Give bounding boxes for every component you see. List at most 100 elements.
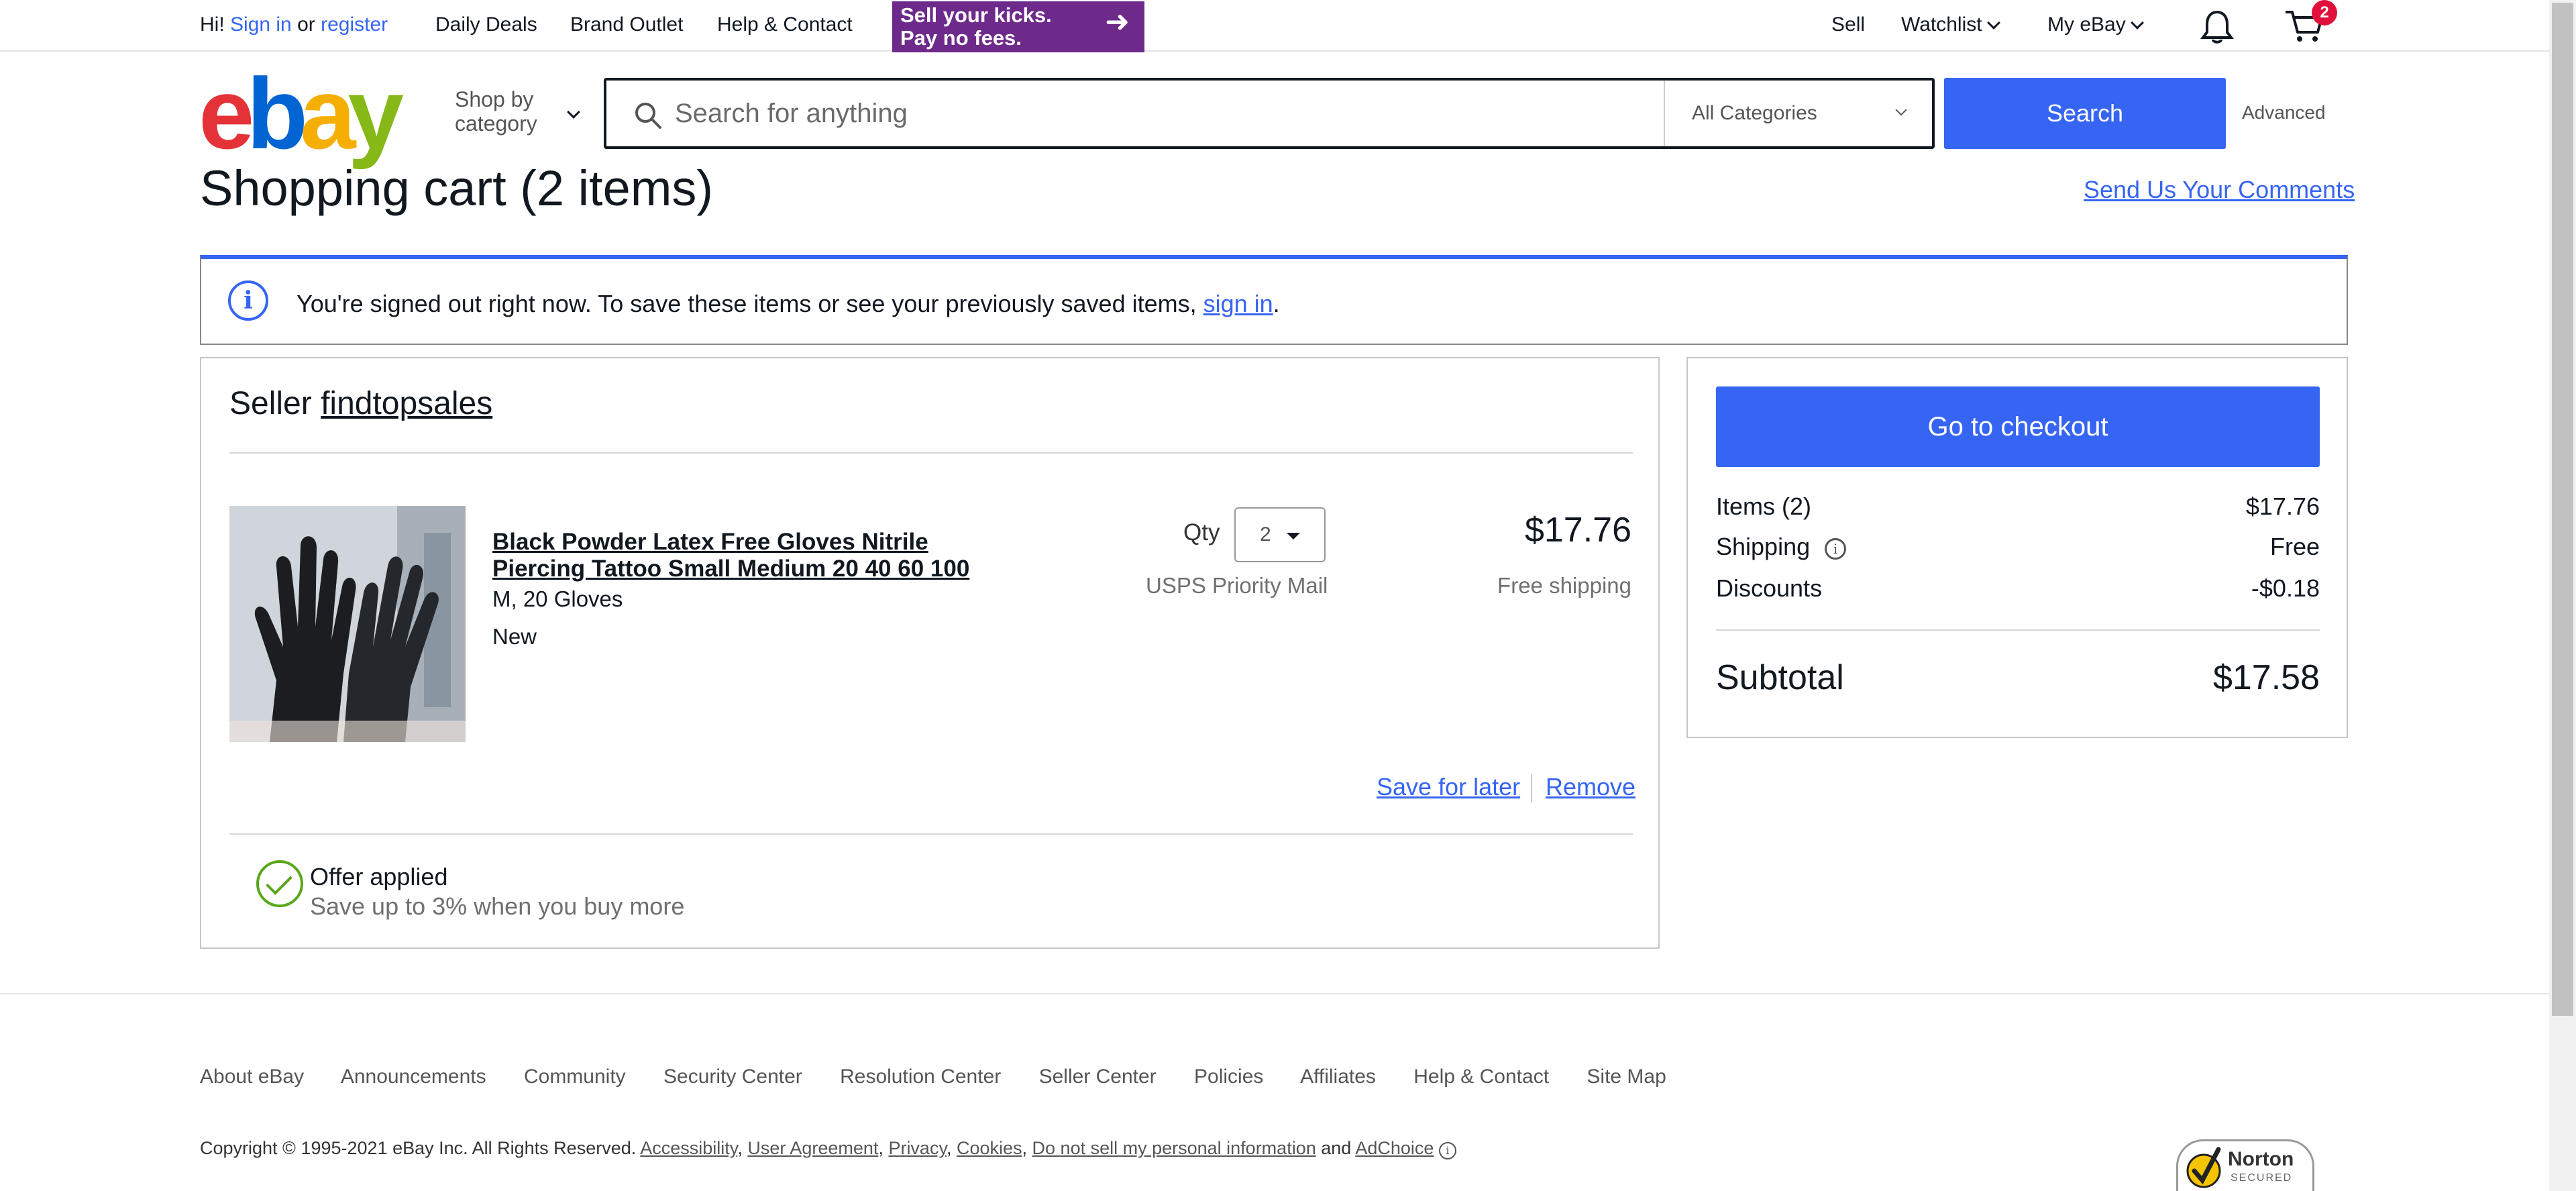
greeting: Hi! Sign in or register [200, 13, 388, 36]
promo-line-2: Pay no fees. [900, 26, 1022, 50]
item-condition: New [492, 624, 537, 649]
alert-sign-in-link[interactable]: sign in [1203, 290, 1273, 317]
quantity-value: 2 [1260, 523, 1271, 546]
footer-link-resolution-center[interactable]: Resolution Center [840, 1066, 1001, 1088]
watchlist-menu[interactable]: Watchlist [1901, 13, 2000, 36]
divider [1716, 629, 2320, 631]
and-text: and [1321, 1138, 1352, 1158]
summary-items-row: Items (2) $17.76 [1716, 493, 2320, 521]
info-icon[interactable]: i [1825, 538, 1847, 560]
seller-label: Seller [229, 386, 312, 421]
user-agreement-link[interactable]: User Agreement [747, 1138, 878, 1158]
alert-text: You're signed out right now. To save the… [297, 290, 1203, 317]
norton-sublabel: SECURED [2231, 1172, 2293, 1184]
footer-link-security-center[interactable]: Security Center [663, 1066, 802, 1088]
norton-check-icon [2186, 1147, 2221, 1188]
footer-link-community[interactable]: Community [524, 1066, 626, 1088]
chevron-down-icon [1895, 104, 1907, 116]
search-button[interactable]: Search [1944, 78, 2226, 149]
search-bar: All Categories [604, 78, 1935, 149]
alert-suffix: . [1273, 290, 1280, 317]
chevron-down-icon [2130, 16, 2144, 30]
cart-items-panel: Seller findtopsales Black Powder Latex F… [200, 357, 1660, 949]
signed-out-alert: i You're signed out right now. To save t… [200, 255, 2348, 345]
accessibility-link[interactable]: Accessibility [640, 1138, 737, 1158]
logo-letter: b [246, 57, 308, 170]
copyright-text: Copyright © 1995-2021 eBay Inc. All Righ… [200, 1138, 637, 1158]
offer-title: Offer applied [310, 863, 448, 890]
go-to-checkout-button[interactable]: Go to checkout [1716, 386, 2320, 467]
shop-by-line2: category [455, 111, 537, 136]
subtotal-label: Subtotal [1716, 658, 1844, 697]
privacy-link[interactable]: Privacy [888, 1138, 947, 1158]
daily-deals-link[interactable]: Daily Deals [435, 13, 537, 36]
send-comments-link[interactable]: Send Us Your Comments [2084, 176, 2355, 204]
notification-bell-icon[interactable] [2200, 9, 2234, 48]
ebay-logo[interactable]: ebay [199, 63, 404, 164]
item-shipping-cost: Free shipping [1497, 573, 1631, 598]
item-thumbnail[interactable] [229, 506, 466, 742]
seller-name-link[interactable]: findtopsales [321, 386, 492, 421]
summary-discounts-row: Discounts -$0.18 [1716, 574, 2320, 603]
search-input[interactable] [675, 91, 1587, 136]
register-link[interactable]: register [321, 13, 388, 36]
footer-link-announcements[interactable]: Announcements [341, 1066, 486, 1088]
divider [229, 452, 1633, 454]
discounts-value: -$0.18 [2251, 574, 2320, 602]
advanced-search-link[interactable]: Advanced [2242, 102, 2326, 123]
summary-subtotal-row: Subtotal $17.58 [1716, 658, 2320, 698]
help-contact-link[interactable]: Help & Contact [717, 13, 853, 36]
info-icon: i [228, 280, 268, 321]
adchoice-link[interactable]: AdChoice [1355, 1138, 1434, 1158]
footer-link-policies[interactable]: Policies [1194, 1066, 1263, 1088]
seller-header: Seller findtopsales [229, 385, 492, 422]
copyright-line: Copyright © 1995-2021 eBay Inc. All Righ… [200, 1138, 1456, 1159]
my-ebay-label: My eBay [2047, 13, 2126, 36]
category-select[interactable]: All Categories [1664, 81, 1932, 146]
link-separator [1531, 774, 1532, 802]
shop-by-line1: Shop by [455, 87, 534, 111]
my-ebay-menu[interactable]: My eBay [2047, 13, 2144, 36]
chevron-down-icon [567, 105, 580, 119]
scrollbar-thumb[interactable] [2552, 3, 2573, 1016]
items-value: $17.76 [2245, 493, 2320, 520]
footer-link-about[interactable]: About eBay [200, 1066, 304, 1088]
adchoice-icon[interactable]: i [1438, 1142, 1456, 1159]
sell-link[interactable]: Sell [1831, 13, 1865, 36]
norton-secured-badge[interactable]: Norton SECURED [2176, 1139, 2314, 1191]
footer-link-help-contact[interactable]: Help & Contact [1413, 1066, 1549, 1088]
footer-link-site-map[interactable]: Site Map [1587, 1066, 1666, 1088]
qty-label: Qty [1183, 519, 1220, 546]
shipping-label: Shipping [1716, 533, 1811, 560]
shipping-value: Free [2269, 533, 2320, 560]
caret-down-icon [1287, 533, 1300, 539]
brand-outlet-link[interactable]: Brand Outlet [570, 13, 683, 36]
items-label: Items (2) [1716, 493, 1812, 520]
shop-by-category-button[interactable]: Shop by category [455, 87, 580, 136]
subtotal-value: $17.58 [2212, 658, 2320, 697]
offer-subtitle: Save up to 3% when you buy more [310, 892, 685, 920]
cart-count-badge: 2 [2312, 0, 2337, 25]
checkmark-circle-icon [256, 860, 303, 907]
search-icon [633, 101, 663, 134]
save-for-later-link[interactable]: Save for later [1377, 773, 1520, 801]
cookies-link[interactable]: Cookies [957, 1138, 1022, 1158]
do-not-sell-link[interactable]: Do not sell my personal information [1032, 1138, 1316, 1158]
remove-item-link[interactable]: Remove [1546, 773, 1635, 801]
chevron-down-icon [1986, 16, 2000, 30]
vertical-scrollbar[interactable] [2549, 0, 2576, 1191]
footer: About eBay Announcements Community Secur… [0, 993, 2549, 1191]
top-navigation-bar: Hi! Sign in or register Daily Deals Bran… [0, 0, 2549, 52]
summary-shipping-row: Shipping i Free [1716, 533, 2320, 561]
footer-links: About eBay Announcements Community Secur… [200, 1066, 1699, 1088]
page-title: Shopping cart (2 items) [200, 160, 714, 216]
item-title-link[interactable]: Black Powder Latex Free Gloves Nitrile P… [492, 529, 1016, 582]
promo-line-1: Sell your kicks. [900, 3, 1052, 27]
divider [229, 833, 1633, 835]
sign-in-link[interactable]: Sign in [230, 13, 292, 36]
item-variant: M, 20 Gloves [492, 586, 623, 611]
promo-banner[interactable]: Sell your kicks. Pay no fees. ➜ [892, 1, 1144, 52]
quantity-select[interactable]: 2 [1234, 507, 1326, 562]
footer-link-affiliates[interactable]: Affiliates [1300, 1066, 1376, 1088]
footer-link-seller-center[interactable]: Seller Center [1039, 1066, 1157, 1088]
